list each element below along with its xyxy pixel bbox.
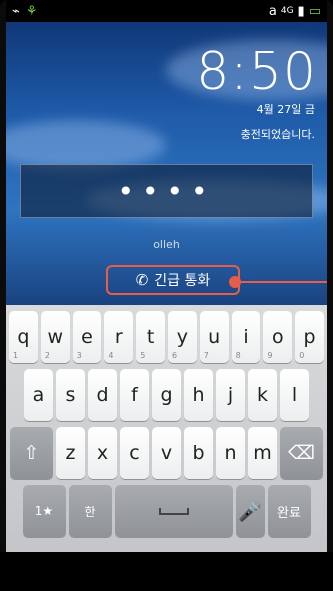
- key-j[interactable]: j: [216, 369, 245, 421]
- key-g[interactable]: g: [152, 369, 181, 421]
- key-r[interactable]: r4: [104, 311, 134, 363]
- callout-dot: [229, 276, 241, 288]
- key-w[interactable]: w2: [40, 311, 70, 363]
- key-z[interactable]: z: [56, 427, 85, 479]
- key-n[interactable]: n: [216, 427, 245, 479]
- emergency-call-label: 긴급 통화: [154, 273, 211, 289]
- space-bar-icon: [158, 507, 189, 515]
- key-f[interactable]: f: [120, 369, 149, 421]
- key-hint: 6: [172, 351, 178, 360]
- carrier-mark: a: [268, 3, 277, 19]
- language-key[interactable]: 한: [68, 485, 112, 537]
- key-k[interactable]: k: [248, 369, 277, 421]
- key-hint: 7: [203, 351, 209, 360]
- key-o[interactable]: o9: [263, 311, 293, 363]
- battery-icon: ▭: [308, 3, 321, 19]
- space-key[interactable]: [114, 485, 233, 537]
- symbols-key[interactable]: 1★: [22, 485, 66, 537]
- shift-key[interactable]: ⇧: [10, 427, 53, 479]
- signal-icon: ▮: [297, 3, 305, 19]
- key-hint: 1: [13, 351, 19, 360]
- android-icon: ⚘: [25, 3, 38, 19]
- clock-date: 4월 27일 금: [256, 103, 315, 116]
- key-hint: 8: [235, 351, 241, 360]
- key-u[interactable]: u7: [199, 311, 229, 363]
- carrier-label: olleh: [153, 238, 180, 251]
- lock-screen: ⌁ ⚘ a 4G ▮ ▭ 8:50 4월 27일 금 충전되었습니다. ••••…: [6, 0, 327, 552]
- key-d[interactable]: d: [88, 369, 117, 421]
- charging-status: 충전되었습니다.: [240, 128, 315, 141]
- key-l[interactable]: l: [280, 369, 309, 421]
- phone-icon: ✆: [135, 271, 149, 289]
- done-key[interactable]: 완료: [267, 485, 311, 537]
- key-q[interactable]: q1: [9, 311, 38, 363]
- key-hint: 0: [299, 351, 305, 360]
- emergency-call-button[interactable]: ✆ 긴급 통화: [106, 265, 240, 295]
- key-a[interactable]: a: [24, 369, 53, 421]
- key-t[interactable]: t5: [136, 311, 165, 363]
- key-c[interactable]: c: [120, 427, 149, 479]
- key-v[interactable]: v: [152, 427, 181, 479]
- key-h[interactable]: h: [184, 369, 213, 421]
- key-s[interactable]: s: [56, 369, 85, 421]
- usb-icon: ⌁: [12, 3, 20, 19]
- key-m[interactable]: m: [248, 427, 277, 479]
- key-e[interactable]: e3: [72, 311, 102, 363]
- key-x[interactable]: x: [88, 427, 117, 479]
- key-hint: 2: [44, 351, 50, 360]
- pin-entry-field[interactable]: ••••: [20, 164, 313, 218]
- phone-frame: ⌁ ⚘ a 4G ▮ ▭ 8:50 4월 27일 금 충전되었습니다. ••••…: [0, 0, 333, 591]
- backspace-key[interactable]: ⌫: [280, 427, 323, 479]
- key-hint: 5: [140, 351, 146, 360]
- keyboard: q1w2e3r4t5y6u7i8o9p0 asdfghjkl ⇧ zxcvbnm…: [6, 305, 327, 552]
- key-hint: 4: [108, 351, 114, 360]
- mic-key[interactable]: 🎤: [235, 485, 265, 537]
- key-i[interactable]: i8: [231, 311, 261, 363]
- status-bar: ⌁ ⚘ a 4G ▮ ▭: [6, 0, 327, 22]
- bottom-bezel: [0, 552, 333, 591]
- callout-line: [236, 281, 327, 283]
- key-hint: 3: [76, 351, 82, 360]
- network-type: 4G: [280, 6, 294, 16]
- key-y[interactable]: y6: [168, 311, 197, 363]
- key-b[interactable]: b: [184, 427, 213, 479]
- key-p[interactable]: p0: [295, 311, 324, 363]
- key-hint: 9: [267, 351, 273, 360]
- clock-time: 8:50: [196, 42, 317, 102]
